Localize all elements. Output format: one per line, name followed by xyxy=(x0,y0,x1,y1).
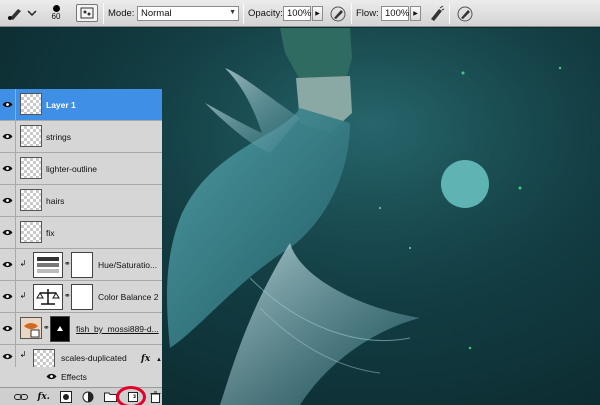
separator xyxy=(449,3,450,24)
eye-icon[interactable] xyxy=(46,372,57,382)
clipping-arrow-icon: ↲ xyxy=(19,259,27,268)
brush-size-picker[interactable]: 60 xyxy=(44,4,68,22)
layer-name[interactable]: Color Balance 2 xyxy=(98,292,158,302)
chain-link-icon: ⚭ xyxy=(64,259,71,268)
layer-thumbnail xyxy=(20,189,42,211)
clipping-arrow-icon: ↲ xyxy=(19,291,27,300)
separator xyxy=(243,3,244,24)
layer-name[interactable]: hairs xyxy=(46,196,64,206)
layer-name[interactable]: scales-duplicated xyxy=(61,353,127,363)
chain-link-icon: ⚭ xyxy=(64,291,71,300)
eye-icon[interactable] xyxy=(0,281,16,312)
color-balance-icon xyxy=(33,284,63,310)
eye-icon[interactable] xyxy=(0,121,16,152)
pressure-opacity-button[interactable] xyxy=(328,4,348,23)
flow-label: Flow: xyxy=(356,8,379,19)
link-layers-icon[interactable] xyxy=(14,390,28,403)
add-mask-icon[interactable] xyxy=(59,390,72,403)
layer-row-hue-saturation[interactable]: ↲ ⚭ Hue/Saturatio... xyxy=(0,249,162,281)
layer-row-color-balance-2[interactable]: ↲ ⚭ Color Balance 2 xyxy=(0,281,162,313)
separator xyxy=(103,3,104,24)
opacity-value: 100% xyxy=(287,8,312,19)
flow-value: 100% xyxy=(385,8,410,19)
opacity-input[interactable]: 100% xyxy=(283,6,311,21)
pen-pressure-icon xyxy=(330,6,346,21)
chevron-down-icon: ▼ xyxy=(229,9,236,16)
layer-name[interactable]: fish_by_mossi889-d... xyxy=(76,324,160,334)
color-sample-circle xyxy=(441,160,489,208)
hue-saturation-icon xyxy=(33,252,63,278)
flow-input[interactable]: 100% xyxy=(381,6,409,21)
eye-icon[interactable] xyxy=(0,153,16,184)
layer-row-lighter-outline[interactable]: lighter-outline xyxy=(0,153,162,185)
mode-label: Mode: xyxy=(108,8,135,19)
flow-slider-button[interactable]: ▶ xyxy=(410,6,421,21)
smart-object-thumbnail xyxy=(20,317,42,339)
brush-size-value: 60 xyxy=(51,12,61,21)
layers-panel: Layer 1 strings lighter-outline hairs fi… xyxy=(0,89,162,405)
pressure-size-button[interactable] xyxy=(455,4,475,23)
layer-name[interactable]: Hue/Saturatio... xyxy=(98,260,158,270)
effects-row[interactable]: Effects xyxy=(0,367,162,387)
clipping-arrow-icon: ↲ xyxy=(19,350,27,359)
layer-row-scales-duplicated[interactable]: ↲ scales-duplicated fx ▲ xyxy=(0,345,162,371)
layer-row-fish-smart-object[interactable]: ⚭ fish_by_mossi889-d... xyxy=(0,313,162,345)
new-adjustment-layer-icon[interactable] xyxy=(82,390,95,403)
eye-icon[interactable] xyxy=(0,345,16,367)
eye-icon[interactable] xyxy=(0,313,16,344)
layer-name[interactable]: strings xyxy=(46,132,71,142)
brush-tip-icon xyxy=(52,5,60,12)
chain-link-icon: ⚭ xyxy=(43,323,50,332)
effects-label: Effects xyxy=(61,372,87,382)
layer-mask-thumbnail xyxy=(71,284,93,310)
delete-layer-icon[interactable] xyxy=(149,390,162,403)
opacity-slider-button[interactable]: ▶ xyxy=(312,6,323,21)
layer-name[interactable]: Layer 1 xyxy=(46,100,76,110)
tool-options-bar: 60 Mode: Normal ▼ Opacity: 100% ▶ Flow: … xyxy=(0,0,600,27)
layer-row-hairs[interactable]: hairs xyxy=(0,185,162,217)
blend-mode-value: Normal xyxy=(141,8,172,19)
brush-panel-icon xyxy=(80,7,94,19)
toggle-brush-panel-button[interactable] xyxy=(76,4,98,22)
layer-thumbnail xyxy=(20,93,42,115)
eye-icon[interactable] xyxy=(0,217,16,248)
layer-style-fx-icon[interactable]: fx xyxy=(141,354,150,364)
layer-name[interactable]: lighter-outline xyxy=(46,164,97,174)
brush-tool-preset-button[interactable] xyxy=(3,4,39,22)
opacity-label: Opacity: xyxy=(248,8,283,19)
layer-row-strings[interactable]: strings xyxy=(0,121,162,153)
layer-thumbnail xyxy=(20,157,42,179)
separator xyxy=(351,3,352,24)
new-layer-highlight-circle xyxy=(116,386,146,405)
eye-icon[interactable] xyxy=(0,89,16,120)
brush-icon xyxy=(8,9,37,20)
eye-icon[interactable] xyxy=(0,249,16,280)
add-layer-style-icon[interactable]: fx. xyxy=(37,390,50,403)
eye-icon[interactable] xyxy=(0,185,16,216)
layer-thumbnail xyxy=(20,125,42,147)
layer-mask-thumbnail xyxy=(71,252,93,278)
layer-row-fix[interactable]: fix xyxy=(0,217,162,249)
expand-effects-icon[interactable]: ▲ xyxy=(156,357,162,363)
blend-mode-select[interactable]: Normal ▼ xyxy=(137,6,239,21)
layer-mask-thumbnail xyxy=(50,316,70,342)
pen-pressure-size-icon xyxy=(457,6,473,21)
layer-name[interactable]: fix xyxy=(46,228,55,238)
layer-row-layer-1[interactable]: Layer 1 xyxy=(0,89,162,121)
airbrush-icon xyxy=(431,5,445,21)
layer-thumbnail xyxy=(20,221,42,243)
airbrush-button[interactable] xyxy=(426,4,446,23)
